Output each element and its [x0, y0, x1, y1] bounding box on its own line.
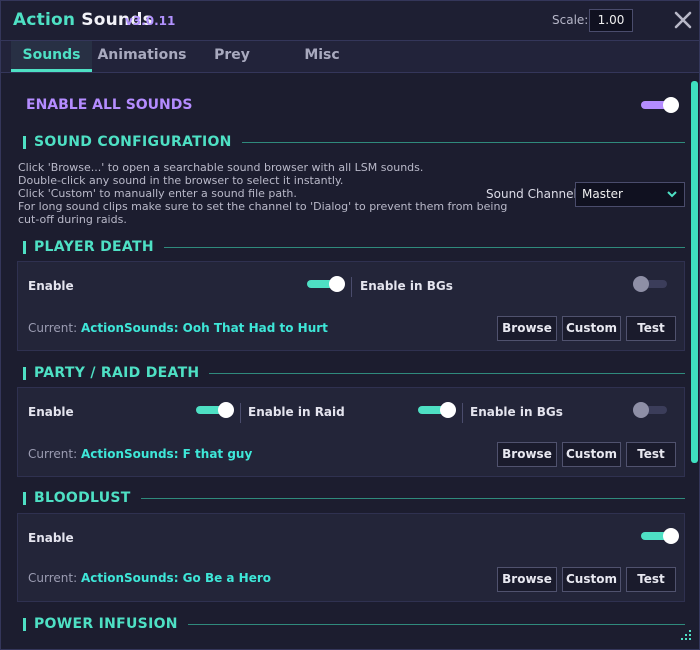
- app-title-action: Action: [13, 10, 76, 30]
- party-raid-custom-button[interactable]: Custom: [562, 442, 621, 467]
- current-label: Current:: [28, 447, 78, 461]
- bloodlust-card: Enable Current: ActionSounds: Go Be a He…: [17, 513, 685, 602]
- divider: [240, 403, 241, 423]
- current-label: Current:: [28, 571, 78, 585]
- resize-grip-icon[interactable]: [677, 628, 693, 644]
- scrollbar-thumb[interactable]: [691, 81, 698, 463]
- party-raid-bg-label: Enable in BGs: [470, 405, 563, 419]
- party-raid-current: Current: ActionSounds: F that guy: [28, 447, 252, 461]
- party-raid-death-card: Enable Enable in Raid Enable in BGs Curr…: [17, 387, 685, 477]
- player-death-current-sound: ActionSounds: Ooh That Had to Hurt: [80, 321, 328, 335]
- player-death-enable-toggle[interactable]: [307, 276, 345, 292]
- bloodlust-browse-button[interactable]: Browse: [497, 567, 557, 592]
- bloodlust-custom-button[interactable]: Custom: [562, 567, 621, 592]
- enable-all-sounds-label: ENABLE ALL SOUNDS: [26, 97, 193, 113]
- tab-bar: Sounds Animations Prey Misc: [1, 41, 699, 73]
- enable-all-sounds-toggle[interactable]: [641, 97, 679, 113]
- tab-sounds[interactable]: Sounds: [11, 41, 92, 72]
- tab-misc[interactable]: Misc: [291, 41, 353, 72]
- party-raid-death-title: PARTY / RAID DEATH: [34, 365, 200, 381]
- party-raid-death-header: PARTY / RAID DEATH: [23, 364, 685, 382]
- sound-configuration-description: Click 'Browse...' to open a searchable s…: [18, 161, 508, 226]
- bloodlust-enable-label: Enable: [28, 531, 74, 545]
- tab-animations[interactable]: Animations: [97, 41, 187, 72]
- player-death-test-button[interactable]: Test: [626, 316, 676, 341]
- close-icon: [674, 11, 692, 29]
- description-line: Double-click any sound in the browser to…: [18, 174, 344, 187]
- player-death-title: PLAYER DEATH: [34, 239, 154, 255]
- party-raid-enable-toggle[interactable]: [196, 402, 234, 418]
- title-bar[interactable]: Action Sounds v3.0.11 Scale: 1.00: [1, 1, 699, 41]
- party-raid-in-raid-toggle[interactable]: [418, 402, 456, 418]
- power-infusion-title: POWER INFUSION: [34, 616, 178, 632]
- sound-channel-label: Sound Channel: [486, 187, 577, 201]
- current-label: Current:: [28, 321, 78, 335]
- sounds-panel: ENABLE ALL SOUNDS SOUND CONFIGURATION Cl…: [1, 73, 691, 649]
- bloodlust-enable-toggle[interactable]: [641, 528, 679, 544]
- version-label: v3.0.11: [125, 14, 176, 28]
- sound-channel-select[interactable]: Master: [575, 182, 685, 207]
- sound-configuration-title: SOUND CONFIGURATION: [34, 134, 232, 150]
- player-death-enable-label: Enable: [28, 279, 74, 293]
- scale-input[interactable]: 1.00: [589, 9, 633, 32]
- tab-prey[interactable]: Prey: [201, 41, 263, 72]
- close-button[interactable]: [671, 7, 695, 33]
- bloodlust-test-button[interactable]: Test: [626, 567, 676, 592]
- party-raid-bg-toggle[interactable]: [633, 402, 671, 418]
- player-death-custom-button[interactable]: Custom: [562, 316, 621, 341]
- chevron-down-icon: [666, 183, 678, 214]
- player-death-bg-toggle[interactable]: [633, 276, 671, 292]
- description-line: For long sound clips make sure to set th…: [18, 200, 508, 213]
- sound-configuration-header: SOUND CONFIGURATION: [23, 133, 685, 151]
- scale-label: Scale:: [552, 13, 589, 27]
- party-raid-in-raid-label: Enable in Raid: [248, 405, 345, 419]
- party-raid-enable-label: Enable: [28, 405, 74, 419]
- action-sounds-window: Action Sounds v3.0.11 Scale: 1.00 Sounds…: [0, 0, 700, 650]
- bloodlust-header: BLOODLUST: [23, 489, 685, 507]
- description-line: cut-off during raids.: [18, 213, 127, 226]
- party-raid-test-button[interactable]: Test: [626, 442, 676, 467]
- player-death-current: Current: ActionSounds: Ooh That Had to H…: [28, 321, 328, 335]
- player-death-bg-label: Enable in BGs: [360, 279, 453, 293]
- bloodlust-current-sound: ActionSounds: Go Be a Hero: [80, 571, 272, 585]
- party-raid-current-sound: ActionSounds: F that guy: [80, 447, 253, 461]
- divider: [462, 403, 463, 423]
- player-death-browse-button[interactable]: Browse: [497, 316, 557, 341]
- description-line: Click 'Custom' to manually enter a sound…: [18, 187, 297, 200]
- power-infusion-header: POWER INFUSION: [23, 615, 685, 633]
- player-death-header: PLAYER DEATH: [23, 238, 685, 256]
- bloodlust-title: BLOODLUST: [34, 490, 131, 506]
- sound-channel-value: Master: [582, 187, 623, 201]
- bloodlust-current: Current: ActionSounds: Go Be a Hero: [28, 571, 271, 585]
- party-raid-browse-button[interactable]: Browse: [497, 442, 557, 467]
- description-line: Click 'Browse...' to open a searchable s…: [18, 161, 424, 174]
- divider: [351, 277, 352, 297]
- player-death-card: Enable Enable in BGs Current: ActionSoun…: [17, 261, 685, 351]
